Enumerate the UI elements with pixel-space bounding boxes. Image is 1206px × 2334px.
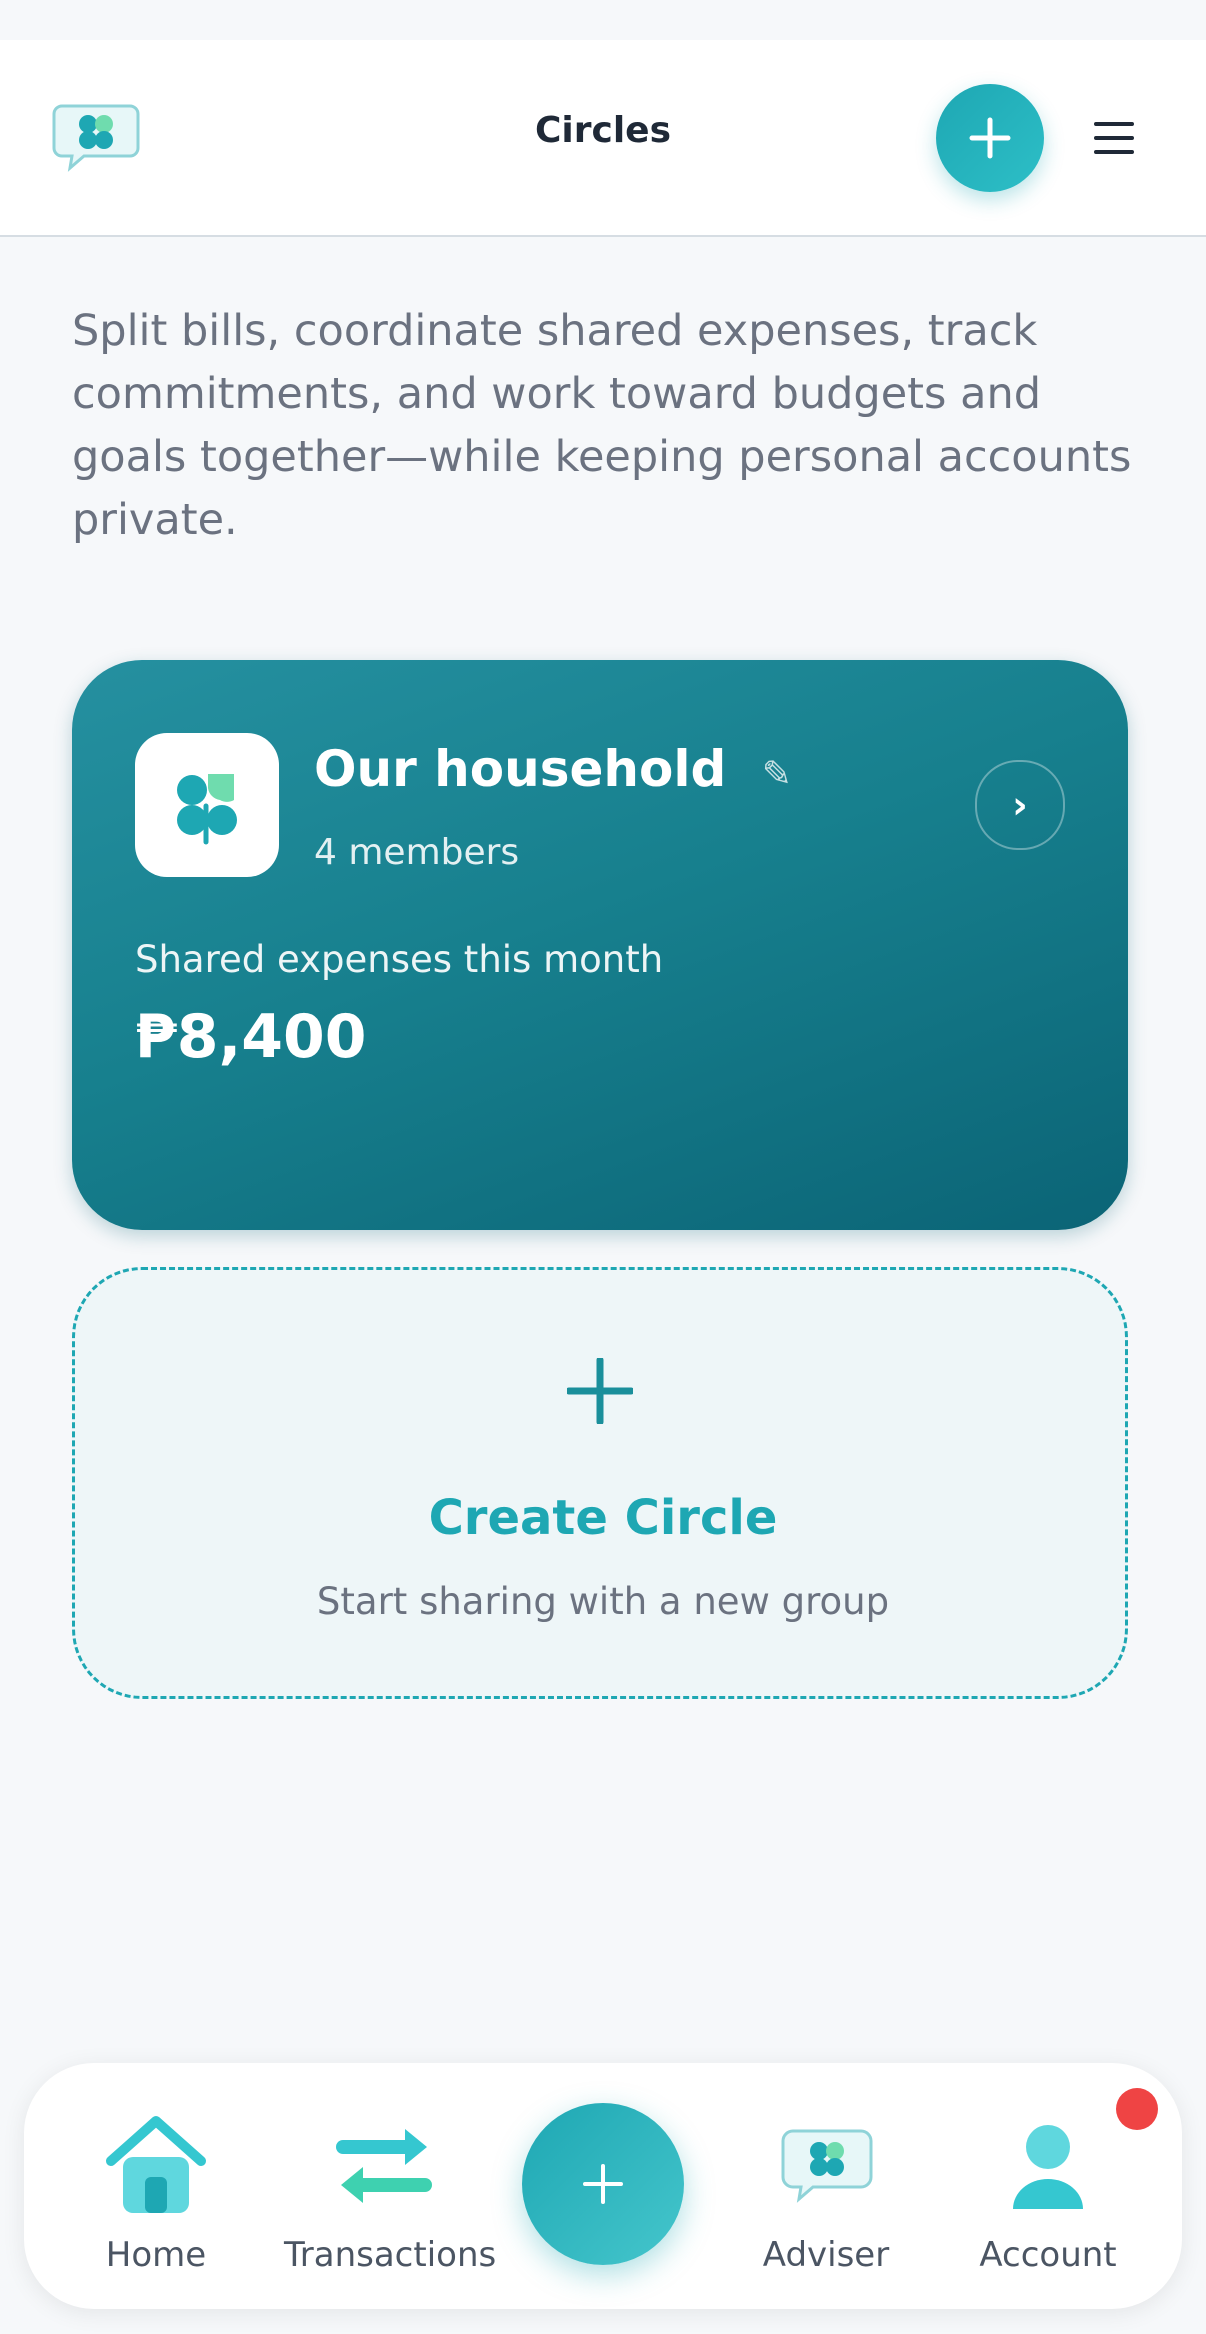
circle-name-label: Our household: [314, 740, 727, 798]
nav-adviser-label: Adviser: [762, 2235, 890, 2275]
create-circle-subtitle: Start sharing with a new group: [316, 1580, 890, 1623]
plus-icon: [567, 1358, 633, 1424]
add-circle-button[interactable]: [936, 84, 1044, 192]
transactions-icon: [336, 2129, 432, 2203]
nav-transactions[interactable]: Transactions: [284, 2113, 497, 2275]
nav-home-label: Home: [105, 2235, 207, 2275]
circle-members: 4 members: [314, 832, 520, 873]
hamburger-menu-icon[interactable]: [1092, 118, 1136, 158]
plus-icon: [583, 2164, 623, 2204]
bottom-navigation: Home Transactions Adviser Account: [24, 2063, 1182, 2309]
account-icon: [1013, 2125, 1083, 2209]
nav-adviser[interactable]: Adviser: [726, 2113, 926, 2275]
circle-name: Our household ✎: [314, 740, 792, 798]
home-icon: [106, 2116, 206, 2213]
clover-icon: [135, 733, 279, 877]
notification-badge: [1116, 2088, 1158, 2130]
quick-add-button[interactable]: [522, 2103, 684, 2265]
create-circle-title: Create Circle: [428, 1490, 778, 1546]
chevron-right-icon[interactable]: ›: [975, 760, 1065, 850]
nav-account-label: Account: [979, 2235, 1117, 2275]
edit-icon[interactable]: ✎: [762, 754, 792, 795]
intro-text: Split bills, coordinate shared expenses,…: [72, 306, 1132, 545]
shared-expenses-label: Shared expenses this month: [135, 938, 664, 981]
adviser-icon: [781, 2129, 873, 2203]
plus-icon: [969, 117, 1011, 159]
nav-home[interactable]: Home: [56, 2113, 256, 2275]
create-circle-card[interactable]: Create Circle Start sharing with a new g…: [72, 1267, 1128, 1699]
nav-transactions-label: Transactions: [284, 2235, 497, 2275]
nav-account[interactable]: Account: [948, 2113, 1148, 2275]
shared-expenses-amount: ₱8,400: [135, 1002, 367, 1072]
app-header: Circles: [0, 40, 1206, 237]
circle-card-our-household[interactable]: Our household ✎ 4 members › Shared expen…: [72, 660, 1128, 1230]
